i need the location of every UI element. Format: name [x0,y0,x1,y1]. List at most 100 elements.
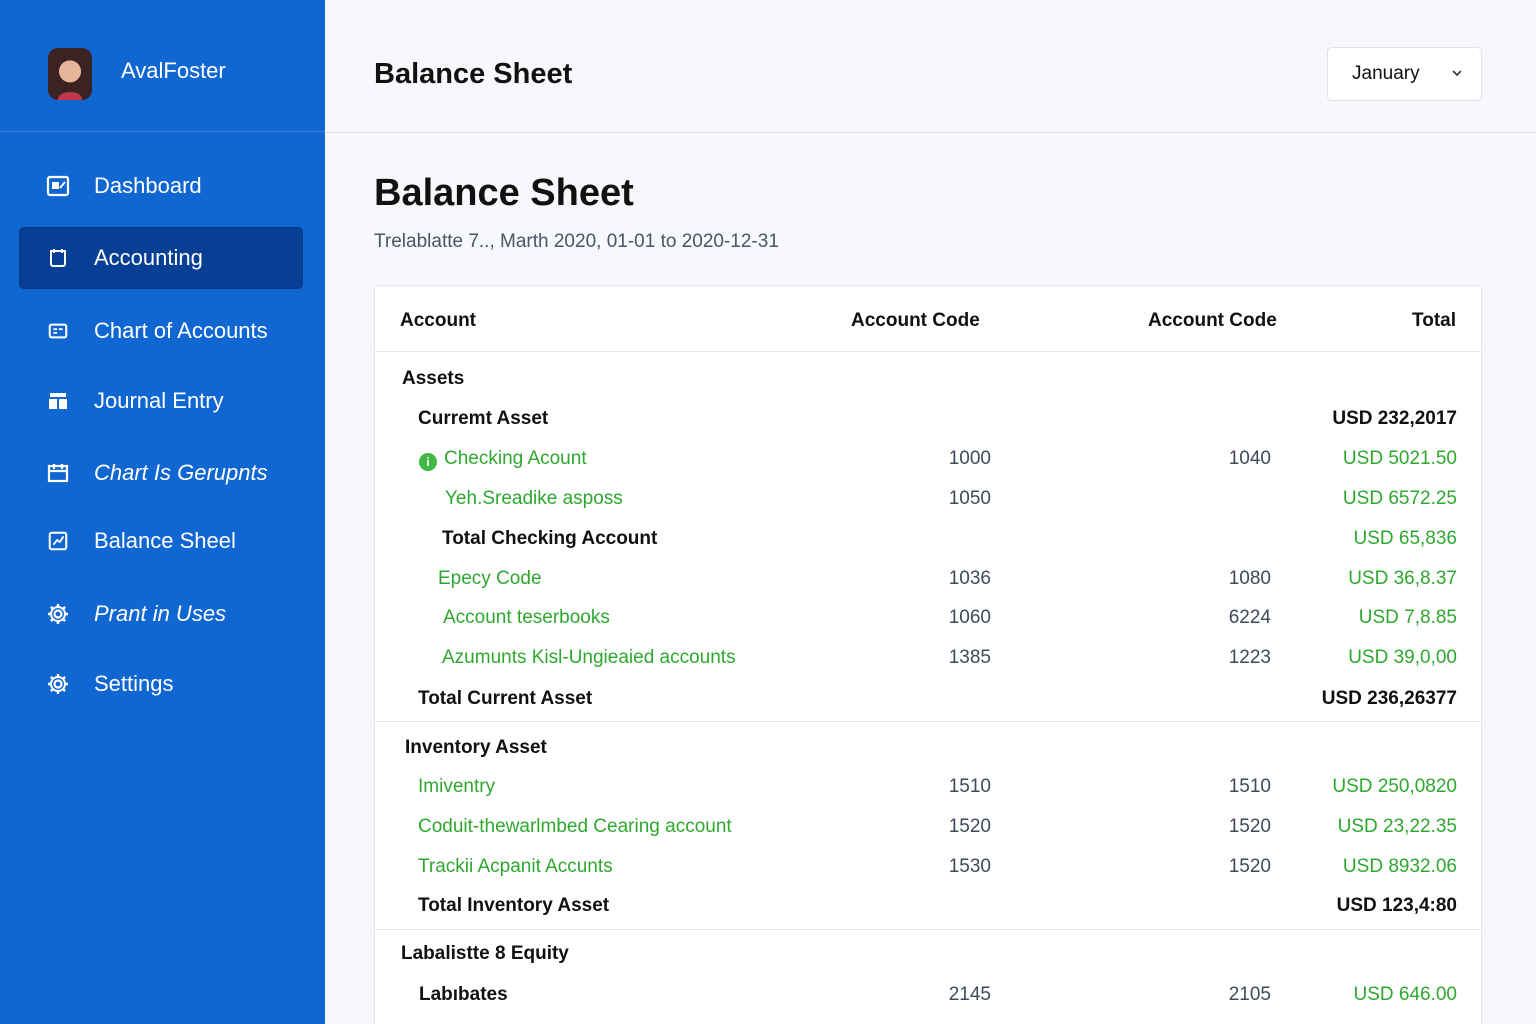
account-name-text: Epecy Code [438,568,542,589]
header-title: Balance Sheet [374,58,573,90]
sidebar-item-chart-of-accounts[interactable]: Chart of Accounts [19,300,303,362]
account-name: Total Current Asset [418,688,592,710]
calendar-icon [46,461,70,485]
account-total: USD 5021.50 [1342,448,1457,469]
account-code: 1060 [948,607,991,628]
table-row[interactable]: Inventory Asset [375,727,1481,767]
gear-icon [46,602,70,626]
account-code-2: 1223 [1228,647,1271,668]
account-total: USD 123,4:80 [1336,895,1457,916]
account-name-text: Total Current Asset [418,688,593,709]
account-code: 2145 [948,984,991,1005]
page-subtitle: Trelablatte 7.., Marth 2020, 01-01 to 20… [374,231,779,252]
account-name-text: Labıbates [419,984,508,1005]
sidebar-item-dashboard[interactable]: Dashboard [19,155,303,217]
chevron-down-icon [1450,66,1464,80]
sidebar-item-label: Settings [94,671,174,696]
header: Balance Sheet January [325,0,1536,133]
avatar[interactable] [48,48,92,100]
settings-gear-icon [46,672,70,696]
account-code: 1520 [948,816,991,837]
account-code: 1385 [948,647,991,668]
account-name-text: Account teserbooks [443,607,610,628]
table-row[interactable]: Epecy Code 1036 1080 USD 36,8.37 [375,558,1481,598]
account-code: 1530 [948,856,991,877]
account-code: 1036 [948,568,991,589]
table-row[interactable]: Azumunts Kisl-Ungieaied accounts 1385 1223… [375,637,1481,677]
sidebar-item-settings[interactable]: Settings [19,653,303,715]
dashboard-icon [46,174,70,198]
account-name-text: Checking Acount [444,448,587,469]
account-total: USD 8932.06 [1342,856,1457,877]
table-row[interactable]: Account teserbooks 1060 6224 USD 7,8.85 [375,597,1481,637]
month-select[interactable]: January [1327,47,1482,101]
table-row[interactable]: Coduit-thewarlmbed Cearing account 1520 15… [375,806,1481,846]
column-header-total[interactable]: Total [1412,310,1456,332]
table-row[interactable]: Total Current Asset USD 236,26377 [375,678,1481,718]
account-name: Labıbates [419,984,508,1006]
account-total: USD 23,22.35 [1337,816,1457,837]
sidebar-item-chart-is-gerupnts[interactable]: Chart Is Gerupnts [19,442,303,504]
table-row[interactable]: Assets [375,358,1481,398]
account-code-2: 1520 [1228,856,1271,877]
table-row[interactable]: Yeh.Sreadike asposs 1050 USD 6572.25 [375,478,1481,518]
sidebar-item-balance-sheel[interactable]: Balance Sheel [19,510,303,572]
account-name[interactable]: Epecy Code [438,568,542,590]
table-row[interactable]: Total Inventory Asset USD 123,4:80 [375,885,1481,925]
section-divider [375,721,1481,722]
account-total: USD 6572.25 [1342,488,1457,509]
table-row[interactable]: Total Checking Account USD 65,836 [375,518,1481,558]
info-icon[interactable]: i [419,453,437,471]
sidebar-item-label: Chart of Accounts [94,318,268,343]
table-row[interactable]: i Checking Acount 1000 1040 USD 5021.50 [375,438,1481,478]
account-name: Total Checking Account [442,528,657,550]
account-name-text: Trackii Acpanit Accunts [418,856,613,877]
user-profile[interactable]: AvalFoster [0,0,325,132]
sidebar-item-accounting[interactable]: Accounting [19,227,303,289]
column-header-account[interactable]: Account [400,310,476,332]
sidebar-item-label: Journal Entry [94,388,224,413]
table-row[interactable]: Imiventry 1510 1510 USD 250,0820 [375,766,1481,806]
account-name[interactable]: Yeh.Sreadike asposs [445,488,623,510]
account-name-text: Total Inventory Asset [418,895,610,916]
account-name-text: Azumunts Kisl-Ungieaied accounts [442,647,736,668]
column-header-account-code[interactable]: Account Code [851,310,980,332]
table-row[interactable]: Labalistte 8 Equity [375,933,1481,973]
account-name[interactable]: Imiventry [418,776,495,798]
section-divider [375,929,1481,930]
sidebar-item-label: Chart Is Gerupnts [94,460,268,485]
account-total: USD 65,836 [1353,528,1457,549]
account-name[interactable]: Account teserbooks [443,607,610,629]
account-total: USD 236,26377 [1321,688,1457,709]
account-name[interactable]: Trackii Acpanit Accunts [418,856,613,878]
account-name-text: Curremt Asset [418,408,549,429]
month-select-value: January [1352,63,1420,84]
account-name-text: Total Checking Account [442,528,658,549]
sidebar-item-prant-in-uses[interactable]: Prant in Uses [19,583,303,645]
account-name[interactable]: Coduit-thewarlmbed Cearing account [418,816,732,838]
sidebar: AvalFoster Dashboard Accounting Chart of… [0,0,325,1024]
account-code-2: 1520 [1228,816,1271,837]
account-code: 1050 [948,488,991,509]
column-header-account-code-2[interactable]: Account Code [1148,310,1277,332]
account-name: Inventory Asset [405,737,547,759]
table-row[interactable]: Trackii Acpanit Accunts 1530 1520 USD 8932.… [375,846,1481,886]
sidebar-item-label: Prant in Uses [94,601,227,626]
account-total: USD 646.00 [1353,984,1457,1005]
account-total: USD 250,0820 [1332,776,1457,797]
table-row[interactable]: Curremt Asset USD 232,2017 [375,398,1481,438]
account-code: 1000 [948,448,991,469]
page-title: Balance Sheet [374,172,634,214]
sidebar-item-journal-entry[interactable]: Journal Entry [19,370,303,432]
sidebar-item-label: Accounting [94,245,203,270]
sidebar-item-label: Balance Sheel [94,528,236,553]
username: AvalFoster [121,58,226,83]
table-row[interactable]: Labıbates 2145 2105 USD 646.00 [375,974,1481,1014]
balance-sheet-table: Account Account Code Account Code Total … [374,285,1482,1024]
account-name-text: Imiventry [418,776,496,797]
account-name-text: Assets [402,368,465,389]
account-name[interactable]: Azumunts Kisl-Ungieaied accounts [442,647,736,669]
account-code-2: 1510 [1228,776,1271,797]
sidebar-item-label: Dashboard [94,173,202,198]
account-name[interactable]: i Checking Acount [419,448,587,471]
